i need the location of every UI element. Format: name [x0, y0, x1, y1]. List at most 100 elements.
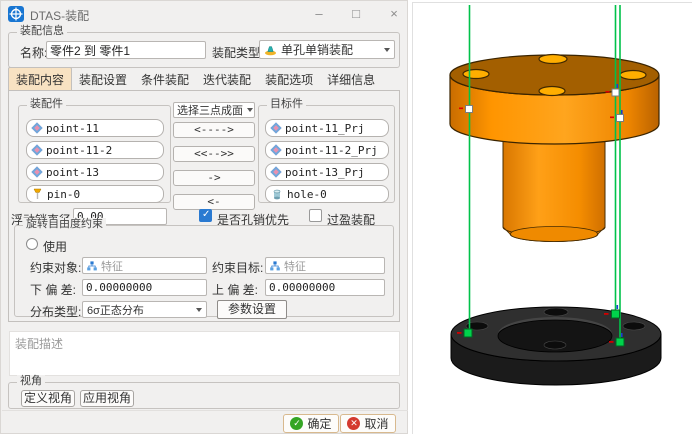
constraint-object-label: 约束对象: [30, 259, 81, 276]
hole-icon [272, 189, 282, 200]
name-label: 名称: [20, 44, 47, 61]
transfer-right-button[interactable]: -> [173, 170, 255, 186]
cancel-button[interactable]: 取消 [340, 414, 396, 433]
assembly-dialog: DTAS-装配 – □ × 装配信息 名称: 装配类型: 单孔单销装配 装配内容… [0, 0, 408, 434]
define-view-button[interactable]: 定义视角 [21, 390, 75, 407]
distribution-type-select[interactable]: 6σ正态分布 [82, 301, 207, 318]
point-icon [270, 122, 281, 133]
ring-hole [544, 341, 566, 349]
3d-scene [413, 3, 691, 433]
3d-viewport[interactable] [412, 2, 692, 434]
target-parts-legend: 目标件 [267, 98, 306, 111]
tab-detail-info[interactable]: 详细信息 [320, 68, 382, 90]
assembly-info-legend: 装配信息 [17, 25, 67, 38]
hole-pin-priority-checkbox[interactable] [199, 209, 212, 222]
chevron-down-icon [247, 108, 253, 112]
distribution-type-value: 6σ正态分布 [87, 302, 144, 318]
list-item-source-1[interactable]: point-11 [26, 119, 164, 137]
title-bar[interactable]: DTAS-装配 – □ × [1, 1, 407, 27]
minimize-icon[interactable]: – [309, 4, 329, 24]
constraint-object-field[interactable]: 特征 [82, 257, 207, 274]
point-icon [31, 144, 42, 155]
list-item-source-4[interactable]: pin-0 [26, 185, 164, 203]
feature-icon [270, 261, 280, 271]
window-title: DTAS-装配 [30, 7, 89, 24]
interference-fit-checkbox[interactable] [309, 209, 322, 222]
item-label: point-13_Prj [285, 166, 364, 179]
assembly-type-value: 单孔单销装配 [281, 41, 353, 58]
view-angle-group: 视角 定义视角 应用视角 [8, 382, 400, 409]
name-input[interactable] [46, 41, 206, 59]
ok-button[interactable]: 确定 [283, 414, 339, 433]
ring-hole [544, 308, 568, 316]
item-label: point-11 [46, 122, 99, 135]
use-radio-label: 使用 [43, 238, 67, 255]
ring-hole [623, 322, 645, 330]
source-parts-group: 装配件 point-11 point-11-2 point-13 [18, 105, 171, 203]
use-radio[interactable] [26, 238, 38, 250]
parameter-settings-button[interactable]: 参数设置 [217, 300, 287, 319]
apply-view-button[interactable]: 应用视角 [80, 390, 134, 407]
list-item-target-2[interactable]: point-11-2_Prj [265, 141, 389, 159]
tab-bar: 装配内容 装配设置 条件装配 迭代装配 装配选项 详细信息 [8, 71, 382, 90]
cancel-x-icon [347, 417, 360, 430]
tab-assembly-options[interactable]: 装配选项 [258, 68, 320, 90]
app-icon [8, 6, 24, 22]
assembly-content-panel: 装配件 point-11 point-11-2 point-13 [8, 90, 400, 322]
ok-button-label: 确定 [307, 415, 331, 432]
flange-hole [539, 55, 567, 64]
assembly-type-icon [264, 43, 277, 56]
pin-part[interactable] [450, 55, 659, 242]
point-icon [270, 166, 281, 177]
upper-deviation-label: 上 偏 差: [212, 281, 258, 298]
item-label: point-13 [46, 166, 99, 179]
item-label: hole-0 [287, 188, 327, 201]
transfer-left-button[interactable]: <- [173, 194, 255, 210]
chevron-down-icon [196, 308, 202, 312]
rotation-constraint-group: 旋转自由度约束 使用 约束对象: 特征 约束目标: [14, 225, 394, 317]
assembly-info-group: 装配信息 名称: 装配类型: 单孔单销装配 [8, 32, 400, 68]
point-icon [270, 144, 281, 155]
transfer-swap-all-button[interactable]: <<-->> [173, 146, 255, 162]
constraint-target-field[interactable]: 特征 [265, 257, 385, 274]
transfer-swap-button[interactable]: <----> [173, 122, 255, 138]
lower-deviation-input[interactable] [82, 279, 207, 296]
cancel-button-label: 取消 [364, 415, 388, 432]
item-label: point-11-2 [46, 144, 112, 157]
assembly-description-placeholder: 装配描述 [15, 337, 63, 351]
point-icon [31, 166, 42, 177]
feature-icon [87, 261, 97, 271]
three-point-plane-select[interactable]: 选择三点成面 [173, 102, 255, 118]
list-item-target-4[interactable]: hole-0 [265, 185, 389, 203]
point-icon [31, 122, 42, 133]
tab-iterative-assembly[interactable]: 迭代装配 [196, 68, 258, 90]
pin-icon [33, 188, 42, 200]
close-icon[interactable]: × [384, 4, 404, 24]
list-item-target-3[interactable]: point-13_Prj [265, 163, 389, 181]
chevron-down-icon [384, 48, 390, 52]
ok-check-icon [290, 417, 303, 430]
item-label: point-11-2_Prj [285, 144, 378, 157]
constraint-object-placeholder: 特征 [101, 258, 123, 274]
list-item-source-2[interactable]: point-11-2 [26, 141, 164, 159]
item-label: pin-0 [47, 188, 80, 201]
list-item-source-3[interactable]: point-13 [26, 163, 164, 181]
maximize-icon[interactable]: □ [346, 4, 366, 24]
tab-assembly-settings[interactable]: 装配设置 [72, 68, 134, 90]
assembly-type-select[interactable]: 单孔单销装配 [259, 40, 395, 59]
tab-assembly-content[interactable]: 装配内容 [8, 67, 72, 90]
ring-part[interactable] [451, 307, 661, 385]
flange-hole [620, 71, 646, 80]
source-parts-legend: 装配件 [27, 98, 66, 111]
list-item-target-1[interactable]: point-11_Prj [265, 119, 389, 137]
lower-deviation-label: 下 偏 差: [30, 281, 76, 298]
flange-hole [539, 87, 565, 96]
rotation-constraint-legend: 旋转自由度约束 [23, 218, 106, 231]
assembly-type-label: 装配类型: [212, 44, 263, 61]
upper-deviation-input[interactable] [265, 279, 385, 296]
assembly-description-textarea[interactable]: 装配描述 [9, 331, 400, 376]
view-angle-legend: 视角 [17, 375, 45, 388]
tab-conditional-assembly[interactable]: 条件装配 [134, 68, 196, 90]
item-label: point-11_Prj [285, 122, 364, 135]
flange-hole [463, 70, 489, 79]
